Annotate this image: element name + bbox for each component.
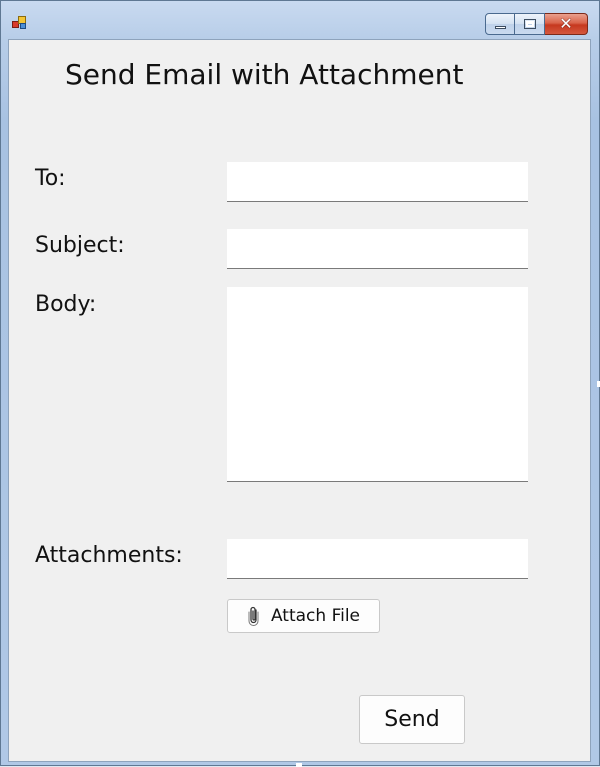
send-label: Send: [384, 707, 440, 732]
to-field[interactable]: [227, 162, 528, 202]
attach-file-button[interactable]: Attach File: [227, 599, 380, 633]
close-button[interactable]: ✕: [545, 13, 588, 35]
minimize-icon: [495, 26, 506, 29]
maximize-button[interactable]: [515, 13, 545, 35]
form-title: Send Email with Attachment: [65, 58, 464, 91]
subject-label: Subject:: [35, 233, 125, 258]
to-label: To:: [35, 166, 66, 191]
attachments-label: Attachments:: [35, 543, 183, 568]
app-icon[interactable]: [12, 16, 28, 30]
send-button[interactable]: Send: [359, 695, 465, 744]
maximize-icon: [524, 19, 536, 29]
title-bar[interactable]: ✕: [1, 1, 599, 39]
subject-field[interactable]: [227, 229, 528, 269]
body-field[interactable]: [227, 287, 528, 482]
resize-edge-bottom[interactable]: [296, 763, 302, 767]
attach-file-label: Attach File: [270, 606, 361, 626]
minimize-button[interactable]: [485, 13, 515, 35]
paperclip-icon: [248, 606, 259, 626]
body-label: Body:: [35, 292, 97, 317]
caption-buttons: ✕: [485, 13, 588, 37]
form-client-area: Send Email with Attachment To: Subject: …: [8, 39, 591, 762]
attachments-field[interactable]: [227, 539, 528, 579]
app-window: ✕ Send Email with Attachment To: Subject…: [0, 0, 600, 767]
close-icon: ✕: [559, 14, 573, 33]
